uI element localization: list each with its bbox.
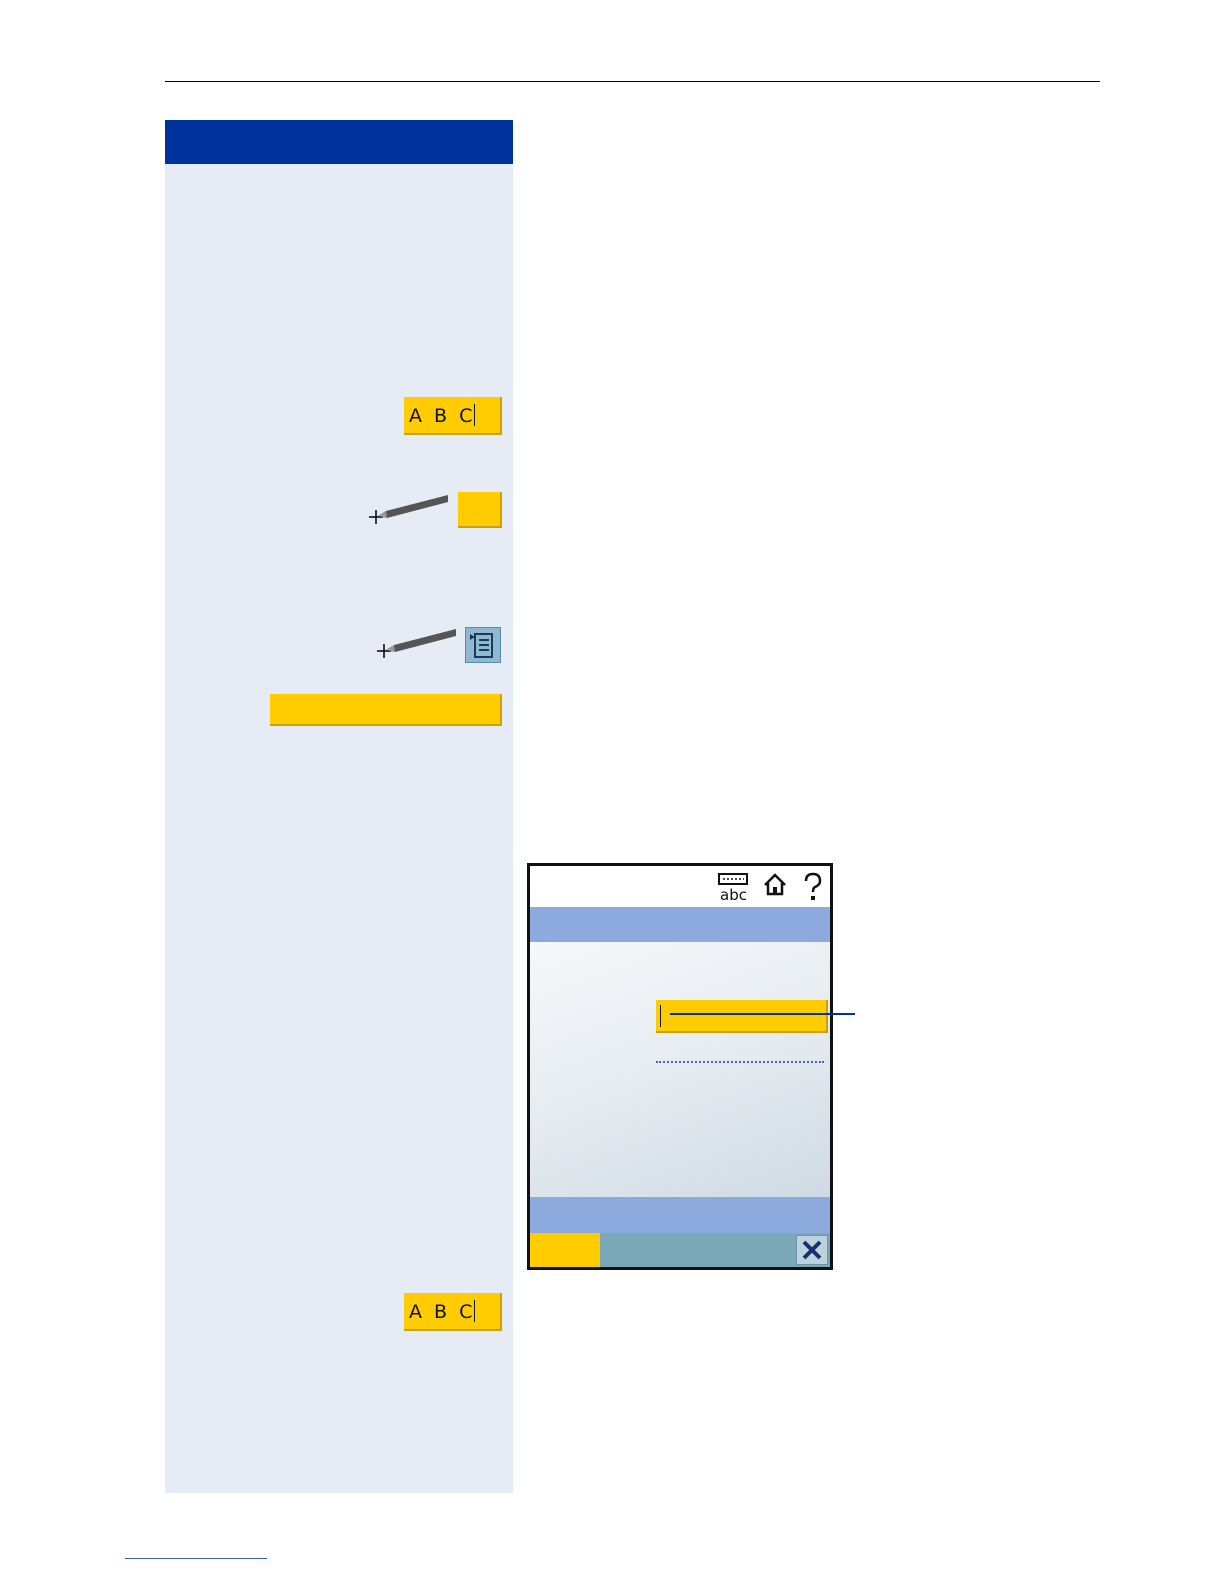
device-input-field[interactable] (656, 1000, 828, 1033)
text-cursor (660, 1005, 661, 1027)
device-softkey-bar (530, 1233, 830, 1267)
svg-text:abc: abc (720, 886, 747, 902)
stylus-tap-icon (377, 629, 456, 658)
keyboard-abc-icon[interactable]: abc (717, 872, 751, 902)
device-status-bar: abc (530, 866, 830, 907)
device-lower-bar (530, 1197, 830, 1233)
header-rule (165, 81, 1100, 82)
list-menu-icon[interactable] (465, 627, 501, 663)
stylus-tap-icon (369, 495, 448, 524)
device-content-area (530, 942, 830, 1197)
yellow-softkey[interactable] (458, 492, 502, 528)
margin-column-header (165, 120, 513, 164)
abc-key-label: A B C (409, 405, 476, 427)
abc-input-key[interactable]: A B C (404, 1293, 502, 1331)
footer-link-rule (125, 1558, 267, 1559)
abc-input-key[interactable]: A B C (404, 397, 502, 435)
device-dotted-field (656, 1061, 824, 1064)
device-yellow-softkey[interactable] (530, 1233, 600, 1267)
device-screen: abc (527, 863, 833, 1270)
device-title-bar (530, 907, 830, 942)
help-icon[interactable] (802, 872, 824, 902)
close-x-icon[interactable] (796, 1235, 828, 1265)
callout-line (670, 1013, 855, 1015)
margin-column (165, 120, 513, 1493)
home-icon[interactable] (762, 872, 788, 898)
abc-key-label: A B C (409, 1301, 476, 1323)
text-cursor (474, 1300, 476, 1322)
text-cursor (474, 404, 476, 426)
selection-bar[interactable] (270, 694, 502, 726)
